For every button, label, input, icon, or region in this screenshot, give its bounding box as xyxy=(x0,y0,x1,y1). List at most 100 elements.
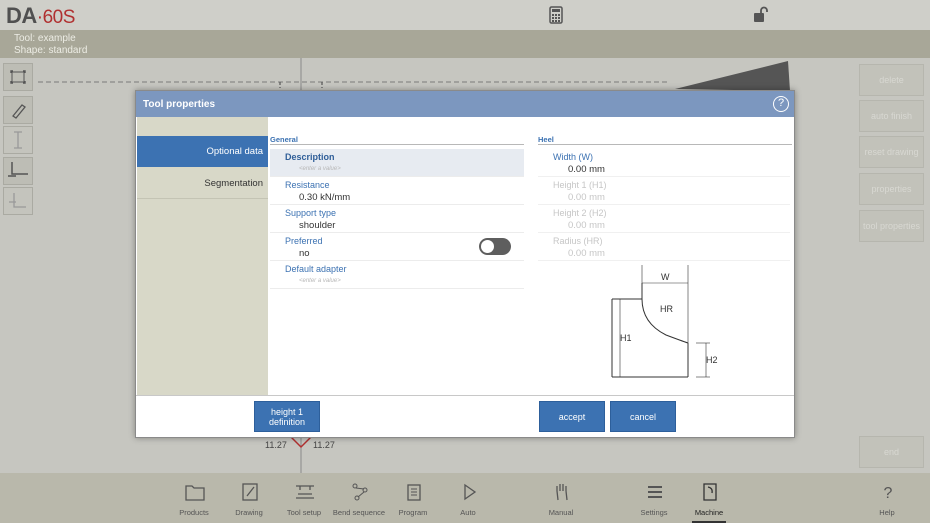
radius-field: Radius (HR) 0.00 mm xyxy=(538,233,790,261)
dialog-title: Tool properties xyxy=(143,99,216,110)
general-divider xyxy=(270,144,524,145)
unlock-icon[interactable] xyxy=(752,6,770,29)
tool-name: Tool: example xyxy=(14,33,76,44)
nav-program[interactable]: Program xyxy=(383,473,443,523)
dialog-tabs: Optional data Segmentation xyxy=(137,117,268,395)
field-label: Support type xyxy=(285,208,337,218)
brand-logo: DA·60S xyxy=(6,3,75,29)
field-value: 0.30 kN/mm xyxy=(299,192,351,203)
preferred-toggle[interactable] xyxy=(479,238,511,255)
label-h1: H1 xyxy=(620,333,632,343)
nav-bend-sequence[interactable]: Bend sequence xyxy=(329,473,389,523)
default-adapter-field[interactable]: Default adapter <enter a value> xyxy=(270,261,524,289)
description-placeholder: <enter a value> xyxy=(299,166,341,172)
program-icon xyxy=(407,484,421,501)
accept-button[interactable]: accept xyxy=(539,401,605,432)
field-value: no xyxy=(299,248,310,259)
field-label: Resistance xyxy=(285,180,330,190)
heel-divider xyxy=(538,144,792,145)
step-tool-button[interactable] xyxy=(3,157,33,185)
model-name: 60S xyxy=(42,7,76,28)
zoom-fit-button[interactable] xyxy=(3,63,33,91)
nav-settings[interactable]: Settings xyxy=(624,473,684,523)
play-icon xyxy=(464,483,477,501)
field-value: shoulder xyxy=(299,220,336,231)
brand-name: DA xyxy=(6,3,37,28)
tool-setup-icon xyxy=(296,485,314,499)
delete-button[interactable]: delete xyxy=(859,64,924,96)
dimension-left: 11.27 xyxy=(265,440,287,450)
nav-label: Manual xyxy=(548,508,574,517)
tool-properties-dialog: Tool properties ? Optional data Segmenta… xyxy=(135,90,795,438)
label-hr: HR xyxy=(660,304,673,314)
bend-sequence-icon xyxy=(352,483,368,501)
width-field[interactable]: Width (W) 0.00 mm xyxy=(538,149,790,177)
description-field[interactable]: Description <enter a value> xyxy=(270,149,524,177)
field-label: Height 2 (H2) xyxy=(553,208,607,218)
nav-label: Help xyxy=(879,508,895,517)
field-label: Width (W) xyxy=(553,152,593,162)
reset-drawing-button[interactable]: reset drawing xyxy=(859,136,924,168)
heel-section-title: Heel xyxy=(538,135,554,144)
height-tool-button[interactable] xyxy=(3,126,33,154)
label-w: W xyxy=(661,272,670,282)
calculator-icon[interactable] xyxy=(549,6,563,29)
bottom-navigation: Products Drawing Tool setup Bend sequenc… xyxy=(0,473,930,523)
nav-machine[interactable]: Machine xyxy=(679,473,739,523)
brand-model: ·60S xyxy=(36,7,76,28)
height2-field: Height 2 (H2) 0.00 mm xyxy=(538,205,790,233)
nav-label: Products xyxy=(179,508,209,517)
nav-tool-setup[interactable]: Tool setup xyxy=(274,473,334,523)
height1-definition-button[interactable]: height 1 definition xyxy=(254,401,320,432)
adapter-placeholder: <enter a value> xyxy=(299,278,341,284)
help-icon: ? xyxy=(884,485,893,502)
tab-segmentation[interactable]: Segmentation xyxy=(137,168,268,199)
angle-tool-button[interactable] xyxy=(3,187,33,215)
field-label: Radius (HR) xyxy=(553,236,603,246)
nav-label: Machine xyxy=(694,508,724,517)
tool-properties-button[interactable]: tool properties xyxy=(859,210,924,242)
help-icon[interactable]: ? xyxy=(773,96,789,112)
settings-icon xyxy=(648,486,662,498)
shape-name: Shape: standard xyxy=(14,45,88,56)
folder-icon xyxy=(185,485,205,501)
field-label: Preferred xyxy=(285,236,323,246)
hand-icon xyxy=(556,484,568,501)
drawing-icon xyxy=(242,483,258,501)
nav-label: Bend sequence xyxy=(332,508,386,517)
pencil-button[interactable] xyxy=(3,96,33,124)
field-value: 0.00 mm xyxy=(568,164,605,175)
resistance-field[interactable]: Resistance 0.30 kN/mm xyxy=(270,177,524,205)
end-button[interactable]: end xyxy=(859,436,924,468)
cancel-button[interactable]: cancel xyxy=(610,401,676,432)
nav-label: Program xyxy=(398,508,428,517)
support-type-field[interactable]: Support type shoulder xyxy=(270,205,524,233)
top-bar: DA·60S xyxy=(0,0,930,30)
machine-icon xyxy=(703,483,717,501)
field-value: 0.00 mm xyxy=(568,220,605,231)
dimension-right: 11.27 xyxy=(313,440,335,450)
dialog-title-bar: Tool properties ? xyxy=(136,91,794,117)
nav-help[interactable]: ? Help xyxy=(857,473,917,523)
field-label: Height 1 (H1) xyxy=(553,180,607,190)
field-label: Description xyxy=(285,152,335,162)
nav-label: Settings xyxy=(640,508,668,517)
field-value: 0.00 mm xyxy=(568,192,605,203)
svg-text:?: ? xyxy=(884,485,893,502)
general-section-title: General xyxy=(270,135,298,144)
field-label: Default adapter xyxy=(285,264,347,274)
properties-button[interactable]: properties xyxy=(859,173,924,205)
nav-label: Auto xyxy=(460,508,476,517)
nav-label: Tool setup xyxy=(286,508,322,517)
nav-drawing[interactable]: Drawing xyxy=(219,473,279,523)
info-bar: Tool: example Shape: standard xyxy=(0,30,930,58)
auto-finish-button[interactable]: auto finish xyxy=(859,100,924,132)
nav-manual[interactable]: Manual xyxy=(531,473,591,523)
height1-field: Height 1 (H1) 0.00 mm xyxy=(538,177,790,205)
app-window: DA·60S Tool: example Shape: standard 11.… xyxy=(0,0,930,523)
nav-products[interactable]: Products xyxy=(164,473,224,523)
nav-auto[interactable]: Auto xyxy=(438,473,498,523)
footer-divider xyxy=(136,395,794,396)
field-value: 0.00 mm xyxy=(568,248,605,259)
tab-optional-data[interactable]: Optional data xyxy=(137,136,268,167)
